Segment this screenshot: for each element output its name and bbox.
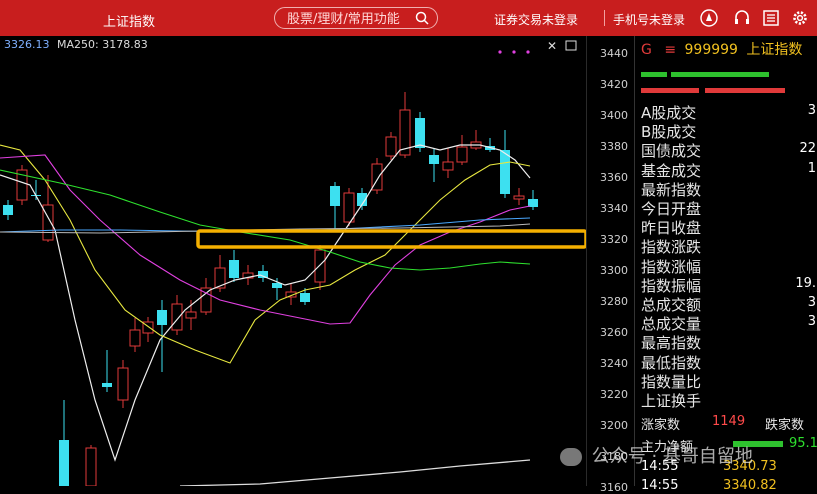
green-bar-2 <box>671 72 769 77</box>
price-tick: 3240 <box>600 357 628 370</box>
quote-row-label: 指数涨幅 <box>641 257 702 276</box>
fall-label: 跌家数 <box>765 418 805 433</box>
main-flow-value: 95.1 <box>789 436 817 451</box>
price-axis: 3440 3420 3400 3380 3360 3340 3320 3300 3280 3260… <box>586 36 635 494</box>
price-tick: 3400 <box>600 109 628 122</box>
quote-row-label: 昨日收盘 <box>641 219 702 238</box>
quote-row-label: 指数振幅 <box>641 276 702 295</box>
marker-dot <box>526 50 530 54</box>
search-icon[interactable] <box>415 11 429 25</box>
price-tick: 3380 <box>600 140 628 153</box>
price-tick: 3280 <box>600 295 628 308</box>
gear-icon[interactable] <box>791 9 809 27</box>
watermark-text: 公众号 · 基哥自留地 <box>591 446 753 467</box>
quote-row-value: 3 <box>807 314 816 330</box>
marker-dot <box>512 50 516 54</box>
price-tick: 3440 <box>600 47 628 60</box>
quote-row-label: 上证换手 <box>641 392 702 410</box>
rise-count: 1149 <box>712 414 746 429</box>
quote-row-value: 3 <box>807 103 816 118</box>
candlestick-chart[interactable]: ✕ <box>0 36 586 486</box>
quote-row-label: 今日开盘 <box>641 200 702 218</box>
quote-row-label: 基金成交 <box>641 161 702 180</box>
quote-row-label: 总成交量 <box>641 315 702 334</box>
price-tick: 3320 <box>600 233 628 246</box>
quote-row-label: 指数量比 <box>641 372 702 391</box>
close-icon: ✕ <box>547 39 557 53</box>
candle-up <box>456 146 468 163</box>
price-tick: 3420 <box>600 78 628 91</box>
trade-login-link[interactable]: 证券交易未登录 <box>494 11 578 28</box>
quote-row-label: B股成交 <box>641 123 697 142</box>
support-highlight-box <box>196 229 586 249</box>
candle-down <box>500 150 510 194</box>
candle-down <box>330 186 340 206</box>
candle-down <box>429 155 439 164</box>
price-tick: 3200 <box>600 419 628 432</box>
quote-row-value: 1 <box>807 160 816 176</box>
candle-up <box>343 192 355 223</box>
quote-row-label: 最新指数 <box>641 180 702 199</box>
candle-up <box>385 136 397 157</box>
top-bar: 上证指数 证券交易未登录 手机号未登录 <box>0 0 817 36</box>
search-input[interactable] <box>285 10 413 28</box>
rise-label: 涨家数 <box>641 418 681 433</box>
stock-name: 上证指数 <box>746 42 803 58</box>
candle-up <box>117 367 129 401</box>
candle-down <box>102 383 112 387</box>
price-tick: 3360 <box>600 171 628 184</box>
candle-up <box>85 447 97 486</box>
watermark: 公众号 · 基哥自留地 <box>560 442 753 468</box>
marker-dot <box>498 50 502 54</box>
candle-up <box>129 329 141 347</box>
maximize-icon <box>565 40 577 51</box>
price-tick: 3160 <box>600 481 628 494</box>
price-tick: 3260 <box>600 326 628 339</box>
red-bar-2 <box>705 88 785 93</box>
candle-down <box>415 118 425 148</box>
page-title: 上证指数 <box>103 15 156 30</box>
candle-up <box>442 161 454 171</box>
group-letter: G <box>641 42 652 58</box>
candle-up <box>513 195 525 200</box>
quote-panel: G ≡ 999999 上证指数 A股成交 3 B股成交 国债成交 22 基金成交 1 最新指数… <box>634 36 817 493</box>
rocket-icon[interactable] <box>700 9 718 27</box>
menu-icon[interactable]: ≡ <box>664 42 676 58</box>
price-tick: 3340 <box>600 202 628 215</box>
quote-row-label: 总成交额 <box>641 296 702 314</box>
candles-group <box>3 92 538 486</box>
candle-up <box>185 311 197 319</box>
ma250-line <box>179 459 531 486</box>
price-tick: 3220 <box>600 388 628 401</box>
candle-up <box>314 249 326 283</box>
list-icon[interactable] <box>762 9 780 27</box>
candle-down <box>300 293 310 302</box>
ma-line-green <box>0 169 531 271</box>
quote-row-value: 3 <box>807 295 816 310</box>
quote-row-label: 国债成交 <box>641 142 702 161</box>
candle-down <box>229 260 239 278</box>
search-box[interactable] <box>274 7 438 29</box>
candle-down <box>3 205 13 215</box>
quote-row-value: 19. <box>795 275 816 291</box>
quote-row-label: 最高指数 <box>641 334 702 353</box>
phone-login-link[interactable]: 手机号未登录 <box>613 11 685 28</box>
stock-code: 999999 <box>684 42 738 58</box>
quote-row-label: 最低指数 <box>641 353 702 372</box>
candle-down <box>59 440 69 486</box>
ma-line-yellow <box>0 144 531 364</box>
candle-up <box>171 303 183 331</box>
candle-down <box>157 310 167 325</box>
wechat-icon <box>560 448 582 466</box>
quote-row-label: A股成交 <box>641 104 697 122</box>
headset-icon[interactable] <box>733 9 751 27</box>
quote-header: G ≡ 999999 上证指数 <box>641 39 802 59</box>
quote-row-value: 22 <box>799 141 816 157</box>
red-bar-1 <box>641 88 699 93</box>
green-bar-1 <box>641 72 667 77</box>
quote-row-label: 指数涨跌 <box>641 238 702 257</box>
price-tick: 3300 <box>600 264 628 277</box>
chart-window-buttons: ✕ <box>547 39 577 53</box>
divider <box>604 10 605 26</box>
